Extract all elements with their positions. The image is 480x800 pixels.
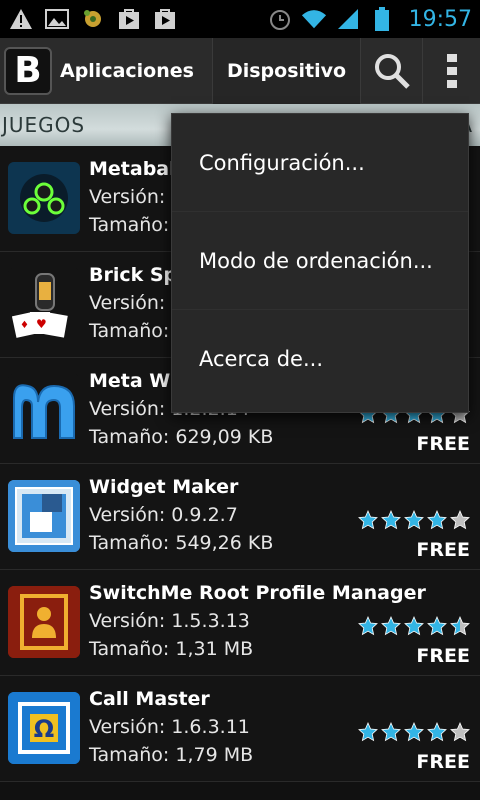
notification-icons (8, 7, 178, 31)
star-icon (358, 722, 378, 742)
widget-maker-app-icon (8, 480, 80, 552)
star-icon (404, 510, 424, 530)
list-item[interactable]: Widget Maker Versión: 0.9.2.7 Tamaño: 54… (0, 464, 480, 570)
price-label: FREE (416, 433, 470, 455)
rating-stars (358, 722, 470, 742)
search-button[interactable] (360, 37, 422, 104)
system-icons: 19:57 (267, 7, 472, 32)
tab-dispositivo[interactable]: Dispositivo (211, 37, 361, 104)
app-size: Tamaño: 629,09 KB (89, 426, 274, 448)
star-icon (427, 616, 447, 636)
picture-icon (44, 7, 70, 31)
status-bar: 19:57 (0, 0, 480, 38)
overflow-dropdown-menu: Configuración... Modo de ordenación... A… (171, 113, 469, 413)
star-icon (450, 616, 470, 636)
menu-item-acerca-de[interactable]: Acerca de... (172, 310, 468, 408)
search-icon (374, 53, 410, 89)
play-store-icon (152, 7, 178, 31)
tab-aplicaciones[interactable]: Aplicaciones (52, 38, 206, 104)
star-icon (404, 616, 424, 636)
switchme-app-icon (8, 586, 80, 658)
price-label: FREE (416, 751, 470, 773)
meta-widget-app-icon (8, 374, 80, 446)
overflow-menu-button[interactable] (422, 37, 480, 104)
star-icon (427, 510, 447, 530)
play-store-icon (116, 7, 142, 31)
warning-icon (8, 7, 34, 31)
app-size: Tamaño: 549,26 KB (89, 532, 274, 554)
app-logo[interactable]: B (4, 46, 52, 95)
star-icon (381, 722, 401, 742)
section-title: JUEGOS (2, 113, 86, 137)
star-icon (381, 616, 401, 636)
svg-text:♥: ♥ (36, 317, 47, 331)
star-icon (358, 510, 378, 530)
battery-icon (369, 7, 395, 31)
menu-item-configuracion[interactable]: Configuración... (172, 114, 468, 212)
app-size: Tamaño: 1,79 MB (89, 744, 254, 766)
rating-stars (358, 510, 470, 530)
action-bar: B Aplicaciones Dispositivo (0, 37, 480, 104)
call-master-app-icon: Ω (8, 692, 80, 764)
star-icon (381, 510, 401, 530)
app-size: Tamaño: 1,31 MB (89, 638, 254, 660)
app-name: Call Master (89, 688, 210, 710)
rating-stars (358, 616, 470, 636)
list-item[interactable]: SwitchMe Root Profile Manager Versión: 1… (0, 570, 480, 676)
clock: 19:57 (408, 6, 472, 32)
star-icon (427, 722, 447, 742)
signal-icon (335, 7, 361, 31)
overflow-menu-icon (446, 53, 457, 88)
svg-text:Ω: Ω (34, 715, 54, 743)
star-icon (404, 722, 424, 742)
brick-spider-app-icon: ♥ ♦ (8, 268, 80, 340)
menu-item-modo-ordenacion[interactable]: Modo de ordenación... (172, 212, 468, 310)
list-item[interactable]: Ω Call Master Versión: 1.6.3.11 Tamaño: … (0, 676, 480, 782)
app-name: Widget Maker (89, 476, 239, 498)
metaball-app-icon (8, 162, 80, 234)
app-name: SwitchMe Root Profile Manager (89, 582, 426, 604)
wifi-icon (301, 7, 327, 31)
settings-gear-icon (80, 7, 106, 31)
svg-text:♦: ♦ (20, 320, 29, 331)
price-label: FREE (416, 539, 470, 561)
star-icon (358, 616, 378, 636)
price-label: FREE (416, 645, 470, 667)
alarm-icon (267, 7, 293, 31)
star-icon (450, 510, 470, 530)
star-icon (450, 722, 470, 742)
